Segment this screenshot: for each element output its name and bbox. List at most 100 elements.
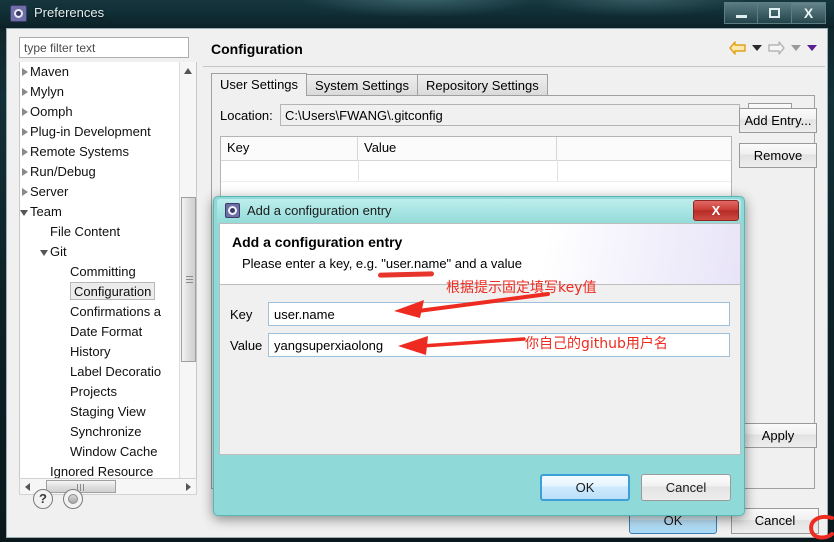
- window-title: Preferences: [34, 5, 105, 20]
- apply-button[interactable]: Apply: [739, 423, 817, 448]
- dialog-ok-button[interactable]: OK: [540, 474, 630, 501]
- column-header-key[interactable]: Key: [221, 137, 358, 160]
- add-entry-button[interactable]: Add Entry...: [739, 108, 817, 133]
- restore-defaults-icon[interactable]: [63, 489, 83, 509]
- window-controls: X: [724, 2, 826, 24]
- sidebar-item-label: Window Cache: [70, 444, 158, 459]
- close-icon: X: [711, 203, 721, 218]
- help-button[interactable]: ?: [33, 489, 53, 509]
- window-titlebar: Preferences X: [0, 0, 834, 28]
- dialog-title: Add a configuration entry: [247, 203, 392, 218]
- sidebar-item-mylyn[interactable]: Mylyn: [20, 82, 180, 102]
- navigation-toolbar: [729, 41, 817, 55]
- preferences-tree[interactable]: Maven Mylyn Oomph Plug-in Development Remote…: [19, 62, 197, 491]
- sidebar-item-file-content[interactable]: File Content: [20, 222, 180, 242]
- back-arrow-icon[interactable]: [729, 41, 746, 55]
- maximize-icon: [769, 8, 780, 18]
- sidebar-item-label: Remote Systems: [30, 144, 129, 159]
- sidebar-item-git[interactable]: Git: [20, 242, 180, 262]
- vertical-scroll-thumb[interactable]: [181, 197, 196, 362]
- table-header-row: Key Value: [221, 137, 731, 161]
- sidebar-item-label: Run/Debug: [30, 164, 96, 179]
- sidebar-item-team[interactable]: Team: [20, 202, 180, 222]
- sidebar-item-synchronize[interactable]: Synchronize: [20, 422, 180, 442]
- chevron-right-icon[interactable]: [20, 102, 32, 122]
- sidebar-item-label: Server: [30, 184, 69, 199]
- sidebar-item-label: Team: [30, 204, 62, 219]
- table-row[interactable]: [221, 160, 731, 182]
- sidebar-item-label: Maven: [30, 64, 70, 79]
- close-button[interactable]: X: [792, 2, 826, 24]
- sidebar-item-remote-systems[interactable]: Remote Systems: [20, 142, 180, 162]
- filter-input[interactable]: [19, 37, 189, 58]
- sidebar-item-label: File Content: [50, 224, 121, 239]
- sidebar-item-label: History: [70, 344, 111, 359]
- scroll-right-icon[interactable]: [180, 479, 196, 494]
- sidebar-item-server[interactable]: Server: [20, 182, 180, 202]
- dialog-cancel-button[interactable]: Cancel: [641, 474, 731, 501]
- key-input[interactable]: [268, 302, 730, 326]
- chevron-right-icon[interactable]: [20, 122, 32, 142]
- chevron-right-icon[interactable]: [20, 182, 32, 202]
- sidebar-item-date-format[interactable]: Date Format: [20, 322, 180, 342]
- forward-history-chevron-down-icon[interactable]: [791, 45, 801, 51]
- tab-system-settings[interactable]: System Settings: [306, 74, 418, 96]
- minimize-button[interactable]: [724, 2, 758, 24]
- tree-vertical-scrollbar[interactable]: [179, 62, 196, 490]
- sidebar-item-label: Committing: [70, 264, 136, 279]
- remove-button[interactable]: Remove: [739, 143, 817, 168]
- preferences-sidebar: Maven Mylyn Oomph Plug-in Development Remote…: [11, 33, 197, 517]
- value-input[interactable]: [268, 333, 730, 357]
- chevron-down-icon[interactable]: [38, 242, 52, 262]
- chevron-right-icon[interactable]: [20, 62, 32, 82]
- dialog-close-button[interactable]: X: [693, 200, 739, 221]
- sidebar-item-configuration[interactable]: Configuration: [20, 282, 180, 302]
- dialog-body: Key Value: [219, 285, 741, 455]
- sidebar-item-plug-in-development[interactable]: Plug-in Development: [20, 122, 180, 142]
- dialog-gear-icon: [225, 203, 240, 218]
- horizontal-scroll-thumb[interactable]: [46, 480, 116, 493]
- sidebar-item-window-cache[interactable]: Window Cache: [20, 442, 180, 462]
- scroll-left-icon[interactable]: [20, 479, 36, 494]
- close-icon: X: [803, 5, 814, 21]
- back-history-chevron-down-icon[interactable]: [752, 45, 762, 51]
- sidebar-item-label: Projects: [70, 384, 117, 399]
- sidebar-item-label: Label Decoratio: [70, 364, 162, 379]
- forward-arrow-icon: [768, 41, 785, 55]
- value-label: Value: [230, 338, 263, 353]
- maximize-button[interactable]: [758, 2, 792, 24]
- sidebar-item-confirmations-a[interactable]: Confirmations a: [20, 302, 180, 322]
- dialog-heading: Add a configuration entry: [232, 234, 403, 250]
- settings-tabs: User Settings System Settings Repository S…: [211, 73, 548, 96]
- sidebar-item-staging-view[interactable]: Staging View: [20, 402, 180, 422]
- sidebar-item-history[interactable]: History: [20, 342, 180, 362]
- tab-repository-settings[interactable]: Repository Settings: [416, 74, 548, 96]
- dialog-header-banner: Add a configuration entry Please enter a…: [219, 223, 741, 285]
- sidebar-item-run-debug[interactable]: Run/Debug: [20, 162, 180, 182]
- chevron-right-icon[interactable]: [20, 162, 32, 182]
- minimize-icon: [735, 15, 747, 18]
- chevron-down-icon[interactable]: [20, 202, 32, 222]
- chevron-right-icon[interactable]: [20, 82, 32, 102]
- add-configuration-entry-dialog: Add a configuration entry X Add a config…: [213, 196, 745, 516]
- view-menu-chevron-down-icon[interactable]: [807, 45, 817, 51]
- tab-user-settings[interactable]: User Settings: [211, 73, 308, 96]
- location-input[interactable]: [280, 104, 740, 126]
- column-header-value[interactable]: Value: [358, 137, 557, 160]
- chevron-right-icon[interactable]: [20, 142, 32, 162]
- title-separator: [203, 66, 825, 67]
- sidebar-item-label: Date Format: [70, 324, 143, 339]
- sidebar-item-label: Configuration: [70, 282, 156, 300]
- location-label: Location:: [220, 108, 273, 123]
- dialog-titlebar: Add a configuration entry X: [217, 199, 741, 223]
- sidebar-item-maven[interactable]: Maven: [20, 62, 180, 82]
- sidebar-item-label: Staging View: [70, 404, 146, 419]
- sidebar-item-committing[interactable]: Committing: [20, 262, 180, 282]
- column-header-extra[interactable]: [557, 137, 731, 160]
- tree-items-container: Maven Mylyn Oomph Plug-in Development Remote…: [20, 62, 180, 482]
- sidebar-item-label-decoratio[interactable]: Label Decoratio: [20, 362, 180, 382]
- scroll-up-icon[interactable]: [180, 62, 196, 79]
- page-title: Configuration: [211, 41, 303, 57]
- sidebar-item-projects[interactable]: Projects: [20, 382, 180, 402]
- sidebar-item-oomph[interactable]: Oomph: [20, 102, 180, 122]
